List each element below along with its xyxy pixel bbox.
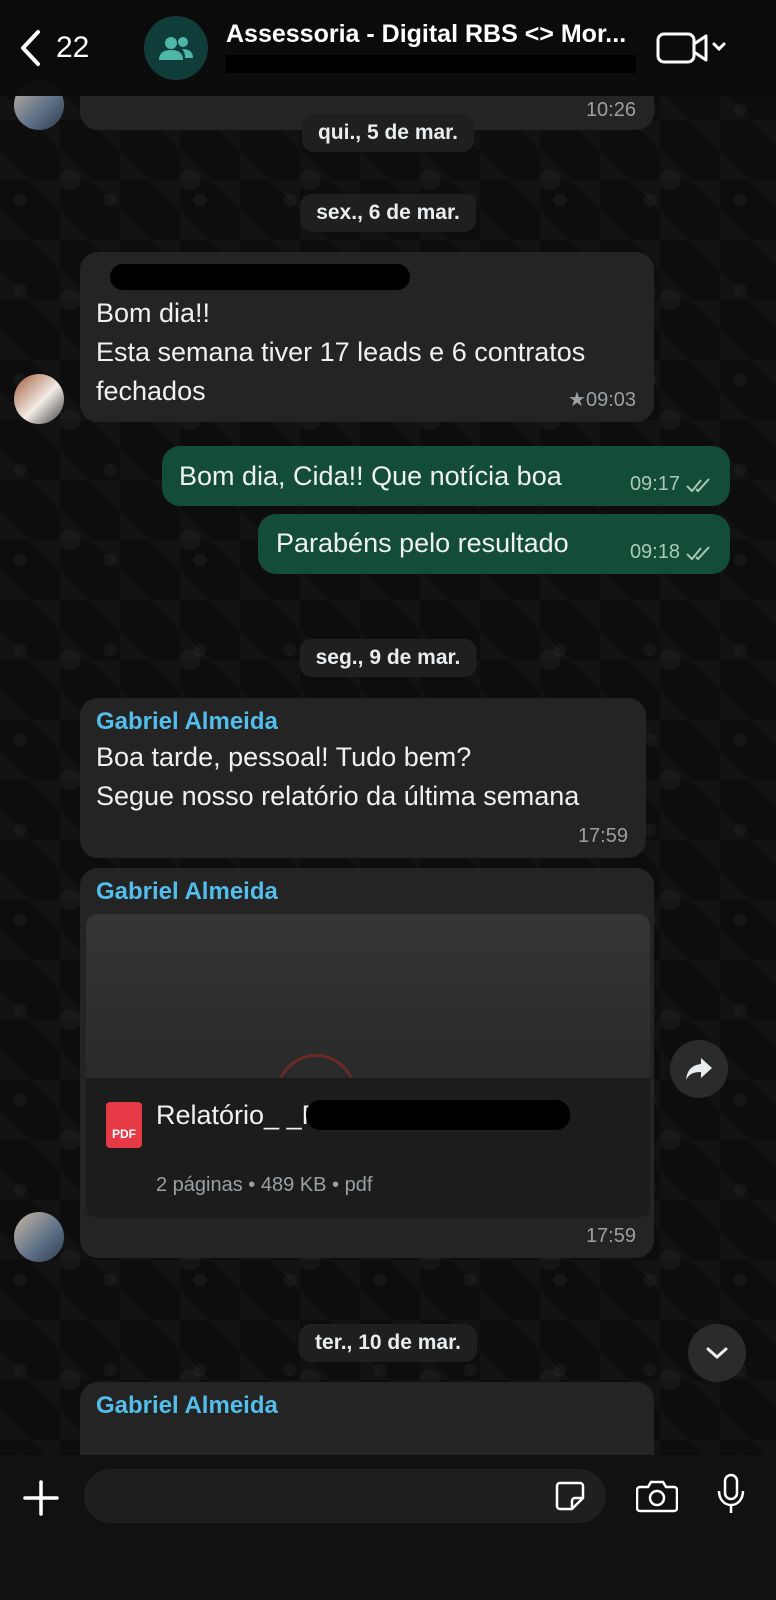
message-bubble[interactable]: Gabriel Almeida Boa tarde, pessoal! Tudo… (80, 698, 646, 858)
message-text: Bom dia!! Esta semana tiver 17 leads e 6… (96, 298, 586, 406)
redacted-sender (110, 264, 410, 290)
sender-name[interactable]: Gabriel Almeida (96, 1392, 278, 1420)
composer-bar (0, 1455, 776, 1600)
group-avatar[interactable] (144, 16, 208, 80)
chat-area[interactable]: 10:26 qui., 5 de mar. sex., 6 de mar. Bo… (0, 0, 776, 1455)
message-time: 09:18 (630, 541, 712, 564)
message-time: 17:59 (585, 1225, 636, 1247)
video-call-button[interactable] (656, 30, 728, 66)
microphone-icon (717, 1473, 745, 1513)
chat-header: 22 Assessoria - Digital RBS <> Mor... (0, 0, 776, 96)
message-input[interactable] (84, 1469, 606, 1523)
attach-button[interactable] (22, 1479, 60, 1522)
message-bubble[interactable]: Gabriel Almeida (80, 1382, 654, 1455)
pdf-label: PDF (112, 1127, 136, 1141)
date-separator: seg., 9 de mar. (299, 639, 477, 677)
message-bubble-outgoing[interactable]: Bom dia, Cida!! Que notícia boa 09:17 (162, 446, 730, 506)
sender-name[interactable]: Gabriel Almeida (96, 708, 278, 736)
sender-name[interactable]: Gabriel Almeida (96, 878, 278, 906)
message-time-value: 09:18 (629, 541, 680, 563)
document-info[interactable]: PDF Relatório_ _Pi nheiro (3).pdf 2 pági… (86, 1078, 650, 1218)
redacted-filename (306, 1100, 570, 1130)
message-time-value: 09:17 (629, 473, 680, 495)
unread-count: 22 (56, 31, 90, 64)
chat-subtitle (226, 51, 636, 77)
message-time: 10:26 (585, 99, 636, 121)
message-text: Bom dia, Cida!! Que notícia boa (179, 461, 562, 491)
message-text: Parabéns pelo resultado (276, 528, 569, 558)
avatar[interactable] (14, 1212, 64, 1262)
chevron-down-icon (706, 1347, 728, 1360)
message-time: 09:17 (630, 473, 712, 496)
chat-title: Assessoria - Digital RBS <> Mor... (226, 19, 627, 48)
microphone-button[interactable] (716, 1473, 746, 1520)
message-bubble[interactable]: Bom dia!! Esta semana tiver 17 leads e 6… (80, 252, 654, 422)
sticker-button[interactable] (554, 1480, 586, 1517)
group-icon (159, 37, 193, 60)
date-separator: qui., 5 de mar. (301, 114, 475, 152)
double-check-icon (686, 545, 710, 560)
document-preview-art (276, 1054, 356, 1078)
chat-title-block[interactable]: Assessoria - Digital RBS <> Mor... (226, 20, 636, 77)
double-check-icon (686, 477, 710, 492)
chevron-left-icon (21, 30, 40, 66)
camera-button[interactable] (635, 1479, 679, 1518)
date-separator: ter., 10 de mar. (299, 1324, 477, 1362)
document-meta: 2 páginas • 489 KB • pdf (156, 1174, 373, 1196)
video-call-icon (656, 32, 726, 64)
document-preview[interactable] (86, 914, 650, 1078)
message-time: ★09:03 (568, 389, 636, 411)
sticker-icon (555, 1481, 585, 1511)
back-button[interactable]: 22 (18, 29, 118, 67)
redacted-subtitle (226, 54, 636, 73)
camera-icon (635, 1480, 679, 1513)
message-time: 17:59 (577, 825, 628, 847)
scroll-down-button[interactable] (688, 1324, 746, 1382)
message-text: Boa tarde, pessoal! Tudo bem? Segue noss… (96, 742, 580, 811)
pdf-file-icon: PDF (106, 1102, 142, 1148)
avatar[interactable] (14, 374, 64, 424)
forward-button[interactable] (670, 1040, 728, 1098)
plus-icon (23, 1480, 59, 1516)
date-separator: sex., 6 de mar. (300, 194, 476, 232)
message-bubble-outgoing[interactable]: Parabéns pelo resultado 09:18 (258, 514, 730, 574)
document-message[interactable]: Gabriel Almeida PDF Relatório_ _Pi nheir… (80, 868, 654, 1258)
forward-icon (686, 1058, 712, 1080)
